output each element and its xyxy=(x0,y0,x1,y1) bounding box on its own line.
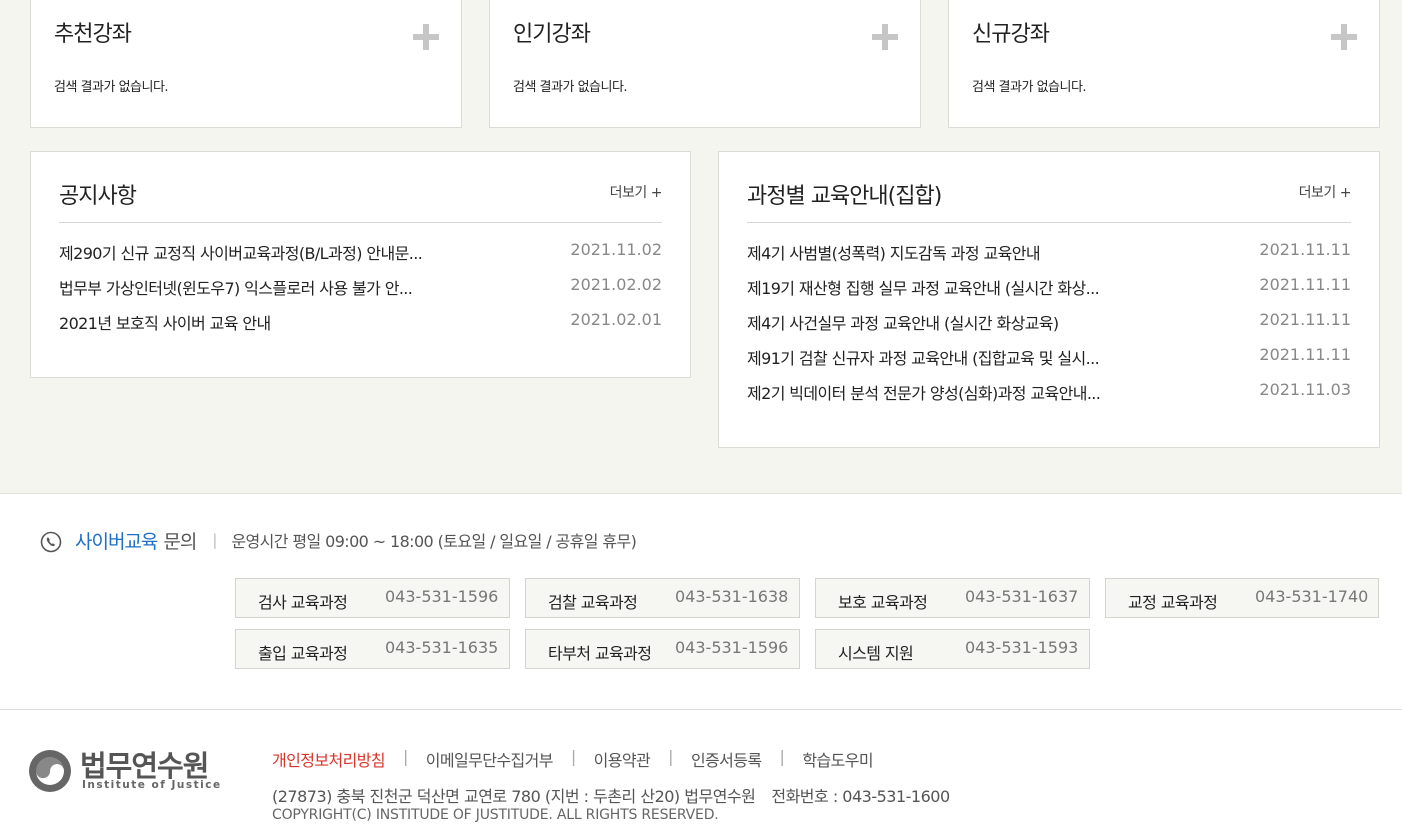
contact-name: 시스템 지원 xyxy=(838,644,914,663)
contact-phone: 043-531-1637 xyxy=(965,587,1079,606)
contact-phone: 043-531-1635 xyxy=(385,638,499,657)
notice-item-date: 2021.02.01 xyxy=(570,310,662,329)
course-guide-list: 제4기 사범별(성폭력) 지도감독 과정 교육안내 2021.11.11 제19기… xyxy=(747,240,1351,415)
contact-name: 출입 교육과정 xyxy=(258,644,348,663)
learning-help-link[interactable]: 학습도우미 xyxy=(802,747,873,771)
notice-item-date: 2021.11.02 xyxy=(570,240,662,259)
plus-icon[interactable] xyxy=(1331,24,1357,50)
course-guide-item-link[interactable]: 제4기 사건실무 과정 교육안내 (실시간 화상교육) xyxy=(747,314,1059,333)
empty-result-text: 검색 결과가 없습니다. xyxy=(513,80,628,95)
main-content-area: 추천강좌 검색 결과가 없습니다. 인기강좌 검색 결과가 없습니다. 신규강좌… xyxy=(0,0,1402,494)
course-guide-item-date: 2021.11.03 xyxy=(1259,380,1351,399)
contact-name: 교정 교육과정 xyxy=(1128,593,1218,612)
inquiry-label-highlight: 사이버교육 xyxy=(75,530,158,553)
list-item: 법무부 가상인터넷(윈도우7) 익스플로러 사용 불가 안... 2021.02.… xyxy=(59,275,662,310)
email-refusal-link[interactable]: 이메일무단수집거부 xyxy=(426,747,554,771)
notice-list: 제290기 신규 교정직 사이버교육과정(B/L과정) 안내문... 2021.1… xyxy=(59,240,662,345)
empty-result-text: 검색 결과가 없습니다. xyxy=(54,80,169,95)
footer-divider xyxy=(0,709,1402,710)
contact-item[interactable]: 교정 교육과정 043-531-1740 xyxy=(1105,578,1379,618)
operating-hours: 운영시간 평일 09:00 ~ 18:00 (토요일 / 일요일 / 공휴일 휴… xyxy=(231,532,637,551)
terms-link[interactable]: 이용약관 xyxy=(594,747,651,771)
logo-subtext: Institute of Justice xyxy=(82,779,222,791)
footer-links: 개인정보처리방침 | 이메일무단수집거부 | 이용약관 | 인증서등록 | 학습… xyxy=(272,747,874,771)
contact-item[interactable]: 보호 교육과정 043-531-1637 xyxy=(815,578,1090,618)
phone-icon xyxy=(40,531,62,553)
notice-item-link[interactable]: 2021년 보호직 사이버 교육 안내 xyxy=(59,314,271,333)
contact-phone: 043-531-1638 xyxy=(675,587,789,606)
contact-item[interactable]: 검찰 교육과정 043-531-1638 xyxy=(525,578,800,618)
course-guide-item-link[interactable]: 제19기 재산형 집행 실무 과정 교육안내 (실시간 화상... xyxy=(747,279,1100,298)
institute-logo[interactable]: 법무연수원 Institute of Justice xyxy=(28,747,228,795)
plus-icon[interactable] xyxy=(413,24,439,50)
notice-board: 공지사항 더보기 + 제290기 신규 교정직 사이버교육과정(B/L과정) 안… xyxy=(30,151,691,378)
list-item: 제19기 재산형 집행 실무 과정 교육안내 (실시간 화상... 2021.11… xyxy=(747,275,1351,310)
plus-icon[interactable] xyxy=(872,24,898,50)
notice-item-link[interactable]: 제290기 신규 교정직 사이버교육과정(B/L과정) 안내문... xyxy=(59,244,423,263)
contact-phone: 043-531-1596 xyxy=(675,638,789,657)
course-guide-item-date: 2021.11.11 xyxy=(1259,310,1351,329)
course-guide-item-date: 2021.11.11 xyxy=(1259,345,1351,364)
list-item: 제91기 검찰 신규자 과정 교육안내 (집합교육 및 실시... 2021.11… xyxy=(747,345,1351,380)
recommended-courses-title: 추천강좌 xyxy=(54,22,132,47)
footer-address-line: (27873) 충북 진천군 덕산면 교연로 780 (지번 : 두촌리 산20… xyxy=(272,783,950,807)
separator: | xyxy=(402,747,408,766)
separator: | xyxy=(212,531,218,549)
emblem-icon xyxy=(29,750,71,792)
contact-name: 검찰 교육과정 xyxy=(548,593,638,612)
contact-item[interactable]: 타부처 교육과정 043-531-1596 xyxy=(525,629,800,669)
inquiry-label: 문의 xyxy=(163,530,197,553)
course-guide-item-date: 2021.11.11 xyxy=(1259,275,1351,294)
new-courses-box: 신규강좌 검색 결과가 없습니다. xyxy=(948,0,1380,128)
list-item: 제2기 빅데이터 분석 전문가 양성(심화)과정 교육안내... 2021.11.… xyxy=(747,380,1351,415)
separator: | xyxy=(570,747,576,766)
privacy-policy-link[interactable]: 개인정보처리방침 xyxy=(272,747,386,771)
footer-copyright: COPYRIGHT(C) INSTITUDE OF JUSTITUDE. ALL… xyxy=(272,807,719,823)
contact-phone: 043-531-1740 xyxy=(1255,587,1369,606)
course-guide-item-link[interactable]: 제4기 사범별(성폭력) 지도감독 과정 교육안내 xyxy=(747,244,1041,263)
contact-name: 보호 교육과정 xyxy=(838,593,928,612)
course-guide-item-link[interactable]: 제2기 빅데이터 분석 전문가 양성(심화)과정 교육안내... xyxy=(747,384,1101,403)
contact-item[interactable]: 검사 교육과정 043-531-1596 xyxy=(235,578,510,618)
notice-item-date: 2021.02.02 xyxy=(570,275,662,294)
divider xyxy=(59,222,662,223)
notice-title: 공지사항 xyxy=(59,184,137,209)
course-guide-board: 과정별 교육안내(집합) 더보기 + 제4기 사범별(성폭력) 지도감독 과정 … xyxy=(718,151,1380,448)
separator: | xyxy=(668,747,673,766)
contact-item[interactable]: 출입 교육과정 043-531-1635 xyxy=(235,629,510,669)
contact-name: 검사 교육과정 xyxy=(258,593,348,612)
contact-phone: 043-531-1593 xyxy=(965,638,1079,657)
footer-tel: 전화번호 : 043-531-1600 xyxy=(771,787,950,806)
popular-courses-box: 인기강좌 검색 결과가 없습니다. xyxy=(489,0,921,128)
course-guide-item-date: 2021.11.11 xyxy=(1259,240,1351,259)
course-guide-title: 과정별 교육안내(집합) xyxy=(747,184,942,209)
course-guide-item-link[interactable]: 제91기 검찰 신규자 과정 교육안내 (집합교육 및 실시... xyxy=(747,349,1100,368)
empty-result-text: 검색 결과가 없습니다. xyxy=(972,80,1087,95)
list-item: 제4기 사범별(성폭력) 지도감독 과정 교육안내 2021.11.11 xyxy=(747,240,1351,275)
footer-address: (27873) 충북 진천군 덕산면 교연로 780 (지번 : 두촌리 산20… xyxy=(272,787,756,806)
certificate-register-link[interactable]: 인증서등록 xyxy=(691,747,762,771)
list-item: 제290기 신규 교정직 사이버교육과정(B/L과정) 안내문... 2021.1… xyxy=(59,240,662,275)
cyber-education-inquiry: 사이버교육 문의 | 운영시간 평일 09:00 ~ 18:00 (토요일 / … xyxy=(40,526,637,554)
course-guide-more-link[interactable]: 더보기 + xyxy=(1299,182,1352,202)
contact-name: 타부처 교육과정 xyxy=(548,644,652,663)
contact-phone: 043-531-1596 xyxy=(385,587,499,606)
list-item: 2021년 보호직 사이버 교육 안내 2021.02.01 xyxy=(59,310,662,345)
recommended-courses-box: 추천강좌 검색 결과가 없습니다. xyxy=(30,0,462,128)
list-item: 제4기 사건실무 과정 교육안내 (실시간 화상교육) 2021.11.11 xyxy=(747,310,1351,345)
new-courses-title: 신규강좌 xyxy=(972,22,1050,47)
notice-item-link[interactable]: 법무부 가상인터넷(윈도우7) 익스플로러 사용 불가 안... xyxy=(59,279,413,298)
popular-courses-title: 인기강좌 xyxy=(513,22,591,47)
separator: | xyxy=(779,747,785,766)
divider xyxy=(747,222,1351,223)
contact-item[interactable]: 시스템 지원 043-531-1593 xyxy=(815,629,1090,669)
notice-more-link[interactable]: 더보기 + xyxy=(610,182,663,202)
